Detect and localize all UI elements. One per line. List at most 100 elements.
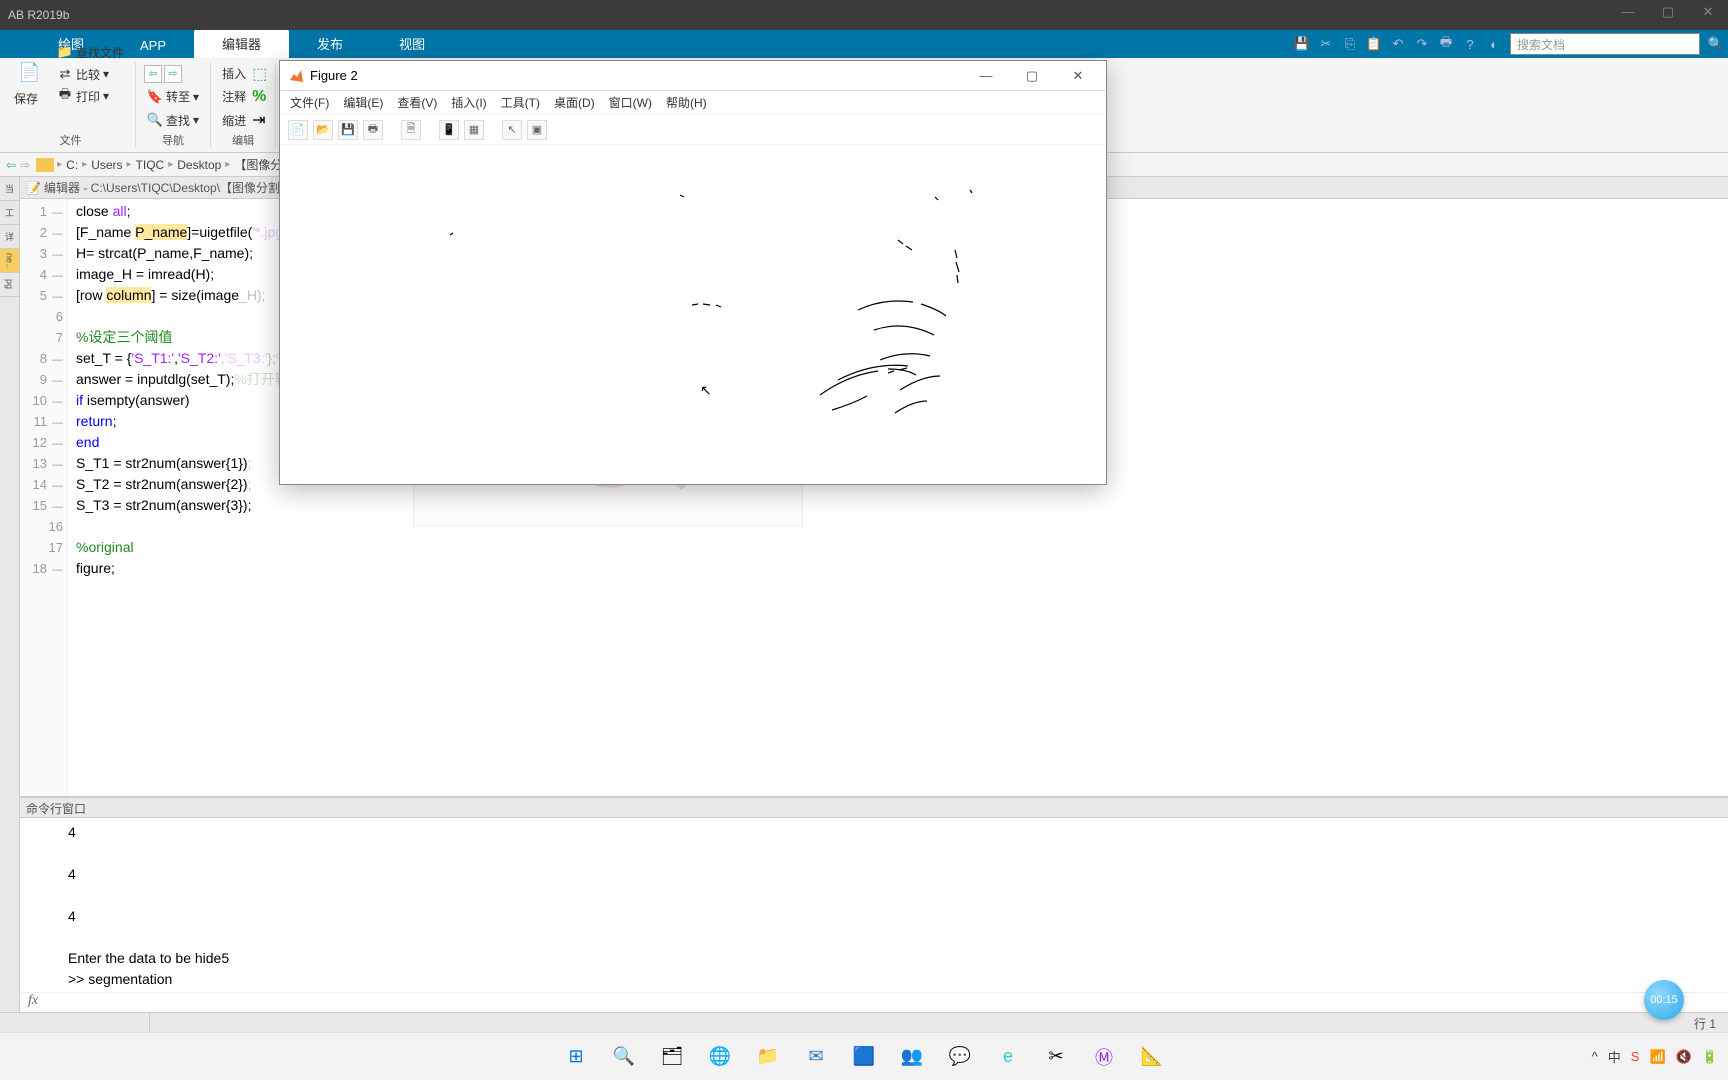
figure-menu-item[interactable]: 窗口(W) <box>609 94 652 111</box>
inspect-icon[interactable]: ▣ <box>527 120 547 140</box>
taskbar-mail-icon[interactable]: ✉ <box>796 1037 836 1077</box>
fig-close-icon[interactable]: ✕ <box>1058 68 1098 84</box>
line-number[interactable]: 18 — <box>24 558 63 579</box>
insert-button[interactable]: 插入 <box>219 63 249 84</box>
comment-button[interactable]: 注释 <box>219 86 249 107</box>
line-number[interactable]: 6 <box>24 306 63 327</box>
help-icon[interactable]: ? <box>1458 32 1482 56</box>
save-icon[interactable]: 💾 <box>1290 32 1314 56</box>
open-fig-icon[interactable]: 📂 <box>313 120 333 140</box>
figure-menu-item[interactable]: 插入(I) <box>451 94 486 111</box>
print-button[interactable]: 🖶打印 ▾ <box>54 86 127 107</box>
new-fig-icon[interactable]: 📄 <box>288 120 308 140</box>
figure-titlebar[interactable]: Figure 2 — ▢ ✕ <box>280 61 1106 91</box>
taskbar-m-icon[interactable]: Ⓜ <box>1084 1037 1124 1077</box>
code-line[interactable] <box>76 516 1720 537</box>
line-number[interactable]: 3 — <box>24 243 63 264</box>
taskbar-snip-icon[interactable]: ✂ <box>1036 1037 1076 1077</box>
sidebar-tab[interactable]: 工 <box>0 201 19 225</box>
code-line[interactable]: figure; <box>76 558 1720 579</box>
taskbar-edge-icon[interactable]: 🌐 <box>700 1037 740 1077</box>
crumb-desktop[interactable]: Desktop <box>173 158 225 172</box>
cut-icon[interactable]: ✂ <box>1314 32 1338 56</box>
taskbar-files-icon[interactable]: 📁 <box>748 1037 788 1077</box>
tray-ime-icon[interactable]: 中 <box>1608 1047 1621 1066</box>
indent-button[interactable]: 缩进 <box>219 110 249 131</box>
line-number[interactable]: 5 — <box>24 285 63 306</box>
crumb-c[interactable]: C: <box>62 158 82 172</box>
minimize-icon[interactable]: — <box>1612 4 1644 20</box>
tab-view[interactable]: 视图 <box>371 29 453 58</box>
paste-icon[interactable]: 📋 <box>1362 32 1386 56</box>
fig-maximize-icon[interactable]: ▢ <box>1012 68 1052 84</box>
nav-history[interactable]: ⇦⇨ <box>144 65 182 83</box>
line-number[interactable]: 1 — <box>24 201 63 222</box>
goto-button[interactable]: 🔖转至 ▾ <box>144 86 202 107</box>
fx-prompt[interactable]: fx <box>20 992 1728 1012</box>
fwd-arrow-icon[interactable]: ⇨ <box>20 158 30 172</box>
redo-icon[interactable]: ↷ <box>1410 32 1434 56</box>
gear-icon[interactable]: ◐ <box>1482 32 1506 56</box>
pointer-icon[interactable]: ↖ <box>502 120 522 140</box>
print-preview-icon[interactable]: 🗎 <box>401 120 421 140</box>
save-fig-icon[interactable]: 💾 <box>338 120 358 140</box>
grid-icon[interactable]: ▦ <box>464 120 484 140</box>
figure-menu-item[interactable]: 工具(T) <box>501 94 540 111</box>
tab-publish[interactable]: 发布 <box>289 29 371 58</box>
percent-icon[interactable]: % <box>252 88 266 106</box>
find-files-button[interactable]: 📁查找文件 <box>54 42 127 63</box>
line-number[interactable]: 8 — <box>24 348 63 369</box>
sidebar-tab[interactable]: 详 <box>0 225 19 249</box>
fig-minimize-icon[interactable]: — <box>966 68 1006 84</box>
code-line[interactable]: S_T3 = str2num(answer{3}); <box>76 495 1720 516</box>
search-doc-input[interactable]: 搜索文档 <box>1510 33 1700 55</box>
taskbar-search-icon[interactable]: 🔍 <box>604 1037 644 1077</box>
line-number[interactable]: 7 <box>24 327 63 348</box>
taskbar-matlab-icon[interactable]: 📐 <box>1132 1037 1172 1077</box>
figure-menu-item[interactable]: 文件(F) <box>290 94 329 111</box>
new-file-button[interactable]: 📄 <box>14 60 46 88</box>
code-line[interactable]: %original <box>76 537 1720 558</box>
section-icon[interactable]: ⬚ <box>252 64 267 84</box>
tray-volume-icon[interactable]: 🔇 <box>1676 1049 1692 1065</box>
taskbar-office-icon[interactable]: 🟦 <box>844 1037 884 1077</box>
line-number[interactable]: 4 — <box>24 264 63 285</box>
line-number[interactable]: 9 — <box>24 369 63 390</box>
tray-wifi-icon[interactable]: 📶 <box>1649 1049 1665 1065</box>
line-number[interactable]: 10 — <box>24 390 63 411</box>
back-arrow-icon[interactable]: ⇦ <box>6 158 16 172</box>
crumb-users[interactable]: Users <box>87 158 126 172</box>
print-icon[interactable]: 🖶 <box>1434 32 1458 56</box>
command-body[interactable]: 4 4 4Enter the data to be hide5>> segmen… <box>20 818 1728 992</box>
print-fig-icon[interactable]: 🖶 <box>363 120 383 140</box>
figure-menu-item[interactable]: 查看(V) <box>397 94 437 111</box>
line-number[interactable]: 16 <box>24 516 63 537</box>
line-number[interactable]: 11 — <box>24 411 63 432</box>
maximize-icon[interactable]: ▢ <box>1652 4 1684 20</box>
tray-sogou-icon[interactable]: S <box>1631 1049 1640 1064</box>
search-submit-icon[interactable]: 🔍 <box>1704 32 1728 56</box>
tab-editor[interactable]: 编辑器 <box>194 29 289 58</box>
find-button[interactable]: 🔍查找 ▾ <box>144 110 202 131</box>
undo-icon[interactable]: ↶ <box>1386 32 1410 56</box>
line-number[interactable]: 15 — <box>24 495 63 516</box>
crumb-user[interactable]: TIQC <box>132 158 169 172</box>
folder-icon[interactable] <box>36 158 54 172</box>
rotate-icon[interactable]: 📱 <box>439 120 459 140</box>
compare-button[interactable]: ⇄比较 ▾ <box>54 64 127 85</box>
tray-chevron-icon[interactable]: ^ <box>1592 1049 1598 1064</box>
line-number[interactable]: 12 — <box>24 432 63 453</box>
figure-window[interactable]: Figure 2 — ▢ ✕ 文件(F)编辑(E)查看(V)插入(I)工具(T)… <box>279 60 1107 485</box>
taskbar-wechat-icon[interactable]: 💬 <box>940 1037 980 1077</box>
line-number[interactable]: 17 <box>24 537 63 558</box>
timer-badge[interactable]: 00:15 <box>1644 980 1684 1020</box>
indent-icon[interactable]: ⇥ <box>252 110 265 130</box>
copy-icon[interactable]: ⎘ <box>1338 32 1362 56</box>
sidebar-tab[interactable]: pg <box>0 273 19 297</box>
figure-menu-item[interactable]: 帮助(H) <box>666 94 707 111</box>
tray-battery-icon[interactable]: 🔋 <box>1702 1049 1718 1065</box>
sidebar-tab[interactable]: 当 <box>0 177 19 201</box>
line-number[interactable]: 13 — <box>24 453 63 474</box>
line-number[interactable]: 14 — <box>24 474 63 495</box>
taskbar-tasks-icon[interactable]: 🗂 <box>652 1037 692 1077</box>
